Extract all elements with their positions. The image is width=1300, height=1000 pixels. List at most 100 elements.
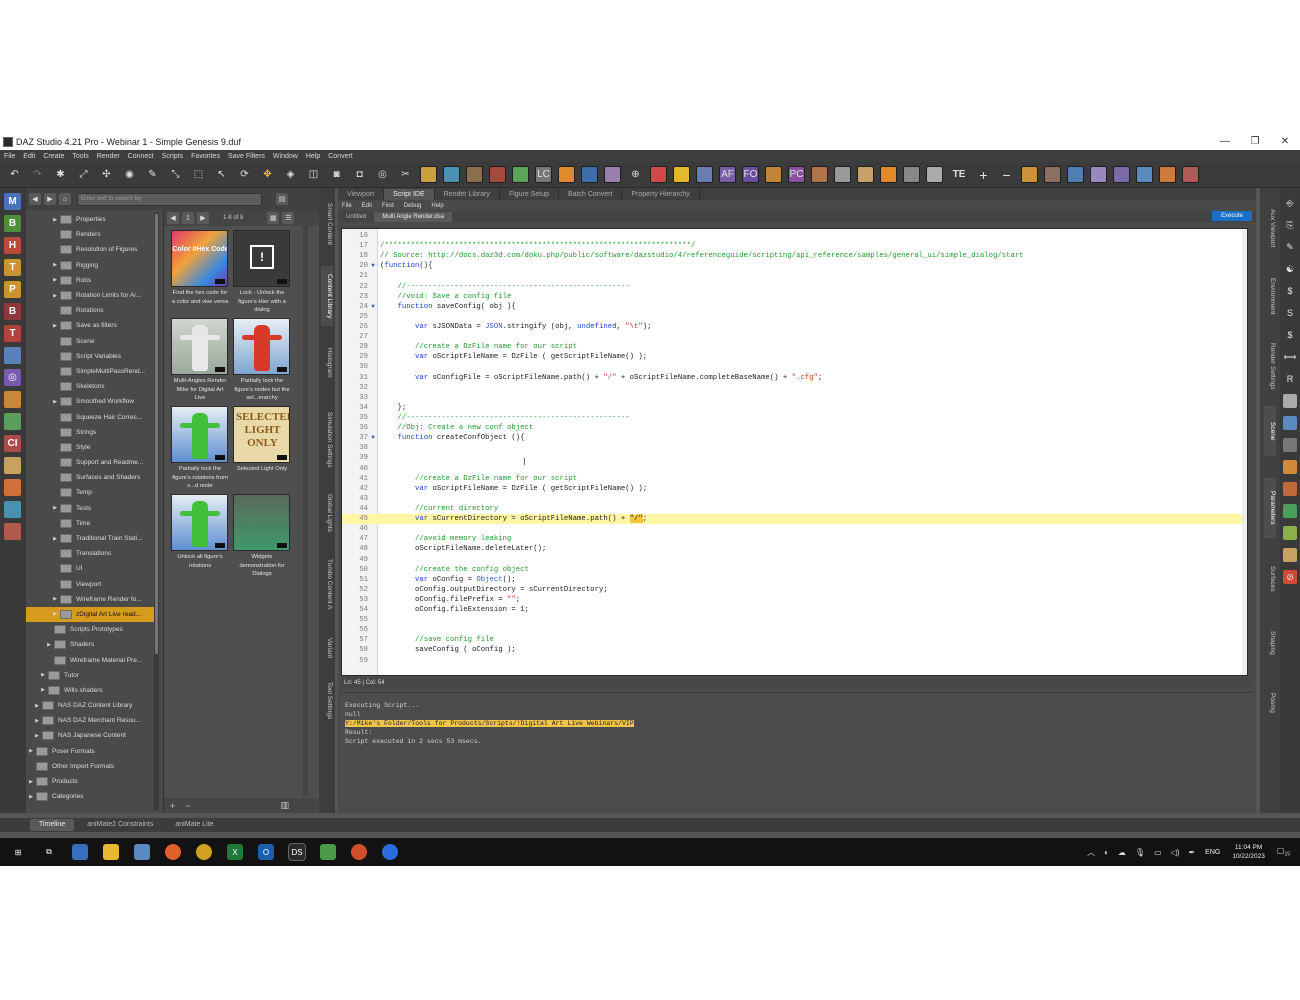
tree-item[interactable]: Support and Readme... [26, 455, 159, 470]
code-line[interactable]: 28 //create a DzFile name for our script [342, 342, 1242, 352]
strip-h-icon[interactable]: H [4, 237, 21, 254]
code-line[interactable]: 20 ▼ (function(){ [342, 261, 1242, 271]
tool-t-icon[interactable] [1044, 166, 1061, 183]
code-line[interactable]: 56 [342, 625, 1242, 635]
network-icon[interactable]: ▭ [1154, 848, 1162, 857]
list-view-icon[interactable]: ☰ [282, 212, 295, 224]
add-icon[interactable]: + [170, 801, 175, 811]
side-tab-posing[interactable]: Posing [1264, 678, 1276, 728]
menu-tools[interactable]: Tools [72, 153, 88, 160]
expand-arrow-icon[interactable]: ▶ [28, 748, 34, 754]
fold-arrow-icon[interactable]: ▼ [369, 302, 377, 312]
render-icon[interactable]: ◘ [351, 166, 368, 183]
menu-favorites[interactable]: Favorites [191, 153, 220, 160]
tree-item[interactable]: ▶ Properties [26, 212, 159, 227]
code-line[interactable]: 46 [342, 524, 1242, 534]
menu-scripts[interactable]: Scripts [162, 153, 183, 160]
spot-render-icon[interactable]: ◙ [328, 166, 345, 183]
page-next-icon[interactable]: ▶ [197, 212, 209, 224]
tree-item[interactable]: ▶ Wireframe Render fo... [26, 592, 159, 607]
notification-icon[interactable]: ▢15 [1277, 846, 1290, 858]
asset-tile[interactable]: Multi-Angles Render Mike for Digital Art… [171, 318, 229, 403]
asset-thumbnail[interactable] [233, 318, 290, 375]
view-tab-figure-setup[interactable]: Figure Setup [500, 189, 560, 200]
asset-thumbnail[interactable]: ! [233, 230, 290, 287]
tray-app-icon[interactable]: ◐ [1104, 848, 1109, 857]
right-c-icon[interactable]: ✎ [1283, 240, 1297, 254]
side-tab-scene[interactable]: Scene [1264, 406, 1276, 456]
code-line[interactable]: 31 var sConfigFile = oScriptFileName.pat… [342, 373, 1242, 383]
code-line[interactable]: 40 [342, 464, 1242, 474]
code-line[interactable]: 41 //create a DzFile name for our script [342, 474, 1242, 484]
node-weight-icon[interactable]: ✣ [98, 166, 115, 183]
expand-arrow-icon[interactable]: ▶ [34, 703, 40, 709]
right-h-icon[interactable]: ⟺ [1283, 350, 1297, 364]
code-line[interactable]: 59 [342, 656, 1242, 666]
language-indicator[interactable]: ENG [1205, 849, 1220, 856]
expand-arrow-icon[interactable]: ▶ [52, 596, 58, 602]
tree-item[interactable]: ▶ NAS Japanese Content [26, 728, 159, 743]
right-n-icon[interactable] [1283, 504, 1297, 518]
strip-ci-icon[interactable]: CI [4, 435, 21, 452]
code-line[interactable]: 52 oConfig.outputDirectory = sCurrentDir… [342, 585, 1242, 595]
pen-icon[interactable]: ✒ [1188, 848, 1195, 857]
asset-tile[interactable]: Widgets demonstration for Dialogs [233, 494, 291, 579]
tool-f-icon[interactable] [558, 166, 575, 183]
tree-item[interactable]: Resolution of Figures [26, 242, 159, 257]
right-j-icon[interactable] [1283, 416, 1297, 430]
fold-arrow-icon[interactable]: ▼ [369, 433, 377, 443]
tool-m-icon[interactable] [811, 166, 828, 183]
daz-studio-icon[interactable]: DS [288, 843, 306, 861]
code-line[interactable]: 50 //create the config object [342, 565, 1242, 575]
tree-item[interactable]: SimpleMultiPassRend... [26, 364, 159, 379]
file-tab[interactable]: Untitled [338, 212, 374, 222]
volume-icon[interactable]: ◁) [1171, 848, 1180, 857]
home-icon[interactable]: ⌂ [59, 193, 71, 205]
view-options-icon[interactable]: ▤ [276, 193, 288, 205]
code-line[interactable]: 43 [342, 494, 1242, 504]
notepad-icon[interactable] [134, 844, 150, 860]
tool-i-icon[interactable] [650, 166, 667, 183]
tree-item[interactable]: ▶ Shaders [26, 637, 159, 652]
right-o-icon[interactable] [1283, 526, 1297, 540]
asset-tile[interactable]: SELECTED LIGHT ONLY Selected Light Only [233, 406, 291, 491]
grid-view-icon[interactable]: ▦ [267, 212, 280, 224]
menu-render[interactable]: Render [97, 153, 120, 160]
strip-t2-icon[interactable]: T [4, 325, 21, 342]
ide-menu-debug[interactable]: Debug [404, 203, 422, 209]
strip-m-icon[interactable]: M [4, 193, 21, 210]
code-line[interactable]: 48 oScriptFileName.deleteLater(); [342, 544, 1242, 554]
tree-item[interactable]: ▶ NAS DAZ Content Library [26, 698, 159, 713]
tree-item[interactable]: ▶ Tutor [26, 668, 159, 683]
code-line[interactable]: 22 //-----------------------------------… [342, 282, 1242, 292]
tool-a-icon[interactable] [420, 166, 437, 183]
expand-arrow-icon[interactable]: ▶ [52, 399, 58, 405]
tool-g-icon[interactable] [581, 166, 598, 183]
library-search-input[interactable]: Enter text to search by [77, 192, 262, 206]
tree-item[interactable]: Rotations [26, 303, 159, 318]
expand-arrow-icon[interactable]: ▶ [40, 672, 46, 678]
asset-thumbnail[interactable] [171, 494, 228, 551]
fold-arrow-icon[interactable]: ▼ [369, 261, 377, 271]
code-line[interactable]: 42 var oScriptFileName = DzFile ( getScr… [342, 484, 1242, 494]
expand-arrow-icon[interactable]: ▶ [28, 779, 34, 785]
snapshot-icon[interactable]: ◎ [374, 166, 391, 183]
strip-p-icon[interactable]: P [4, 281, 21, 298]
asset-thumbnail[interactable] [171, 318, 228, 375]
code-line[interactable]: 53 oConfig.filePrefix = ""; [342, 595, 1242, 605]
strip-cube-icon[interactable] [4, 501, 21, 518]
code-line[interactable]: 54 oConfig.fileExtension = 1; [342, 605, 1242, 615]
code-line[interactable]: 49 [342, 555, 1242, 565]
code-line[interactable]: 47 //avoid memory leaking [342, 534, 1242, 544]
expand-arrow-icon[interactable]: ▶ [52, 323, 58, 329]
tool-y-icon[interactable] [1159, 166, 1176, 183]
menu-create[interactable]: Create [43, 153, 64, 160]
excel-icon[interactable]: X [227, 844, 243, 860]
code-line[interactable]: 38 [342, 443, 1242, 453]
tree-item[interactable]: Wireframe Material Pre... [26, 652, 159, 667]
powerpoint-icon[interactable] [351, 844, 367, 860]
asset-tile[interactable]: ! Lock - Unlock the figure's Hier with a … [233, 230, 291, 315]
tree-item[interactable]: ▶ Rigging [26, 258, 159, 273]
tool-w-icon[interactable] [1113, 166, 1130, 183]
microphone-icon[interactable]: 🎙 [1135, 848, 1145, 857]
